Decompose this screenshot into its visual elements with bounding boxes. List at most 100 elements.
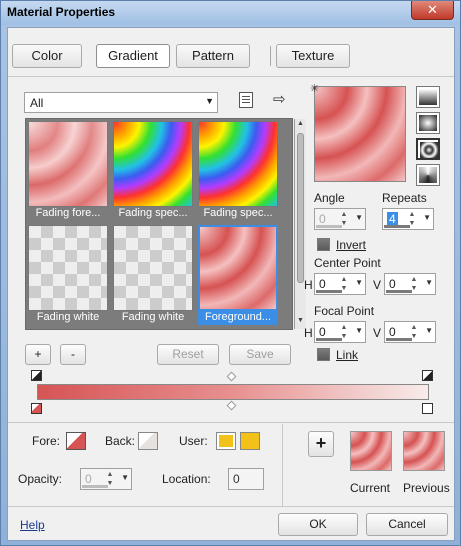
repeats-value: 4 bbox=[387, 212, 398, 226]
preset-caption: Fading fore... bbox=[35, 207, 101, 219]
invert-label: Invert bbox=[336, 238, 367, 252]
add-to-swatches-button[interactable]: + bbox=[308, 431, 334, 457]
linear-style-icon[interactable] bbox=[416, 86, 440, 108]
help-link[interactable]: Help bbox=[20, 518, 45, 532]
preset-thumbnail bbox=[198, 121, 278, 207]
preset-caption: Fading white bbox=[36, 311, 100, 323]
material-properties-window: Material Properties ✕ Color Gradient Pat… bbox=[0, 0, 461, 546]
chevron-down-icon[interactable]: ▼ bbox=[355, 278, 363, 287]
back-swatch[interactable] bbox=[138, 432, 158, 450]
close-button[interactable]: ✕ bbox=[411, 1, 454, 20]
gradient-style-icons bbox=[416, 86, 440, 190]
preset-thumbnail bbox=[113, 121, 193, 207]
repeats-label: Repeats bbox=[382, 191, 427, 205]
preset-item[interactable]: Fading spec... bbox=[113, 121, 193, 221]
value-slider-bar bbox=[316, 338, 342, 341]
link-checkbox[interactable] bbox=[317, 348, 330, 361]
focal-h-stepper[interactable]: 0 ▲ ▼ ▼ bbox=[314, 321, 366, 343]
tab-color[interactable]: Color bbox=[12, 44, 82, 68]
repeats-stepper[interactable]: 4 ▲ ▼ ▼ bbox=[382, 208, 434, 230]
angle-stepper[interactable]: 0 ▲ ▼ ▼ bbox=[314, 208, 366, 230]
user-swatch-indicator[interactable] bbox=[216, 432, 236, 450]
chevron-down-icon[interactable]: ▼ bbox=[121, 473, 129, 482]
value-slider-bar bbox=[386, 338, 412, 341]
reset-button[interactable]: Reset bbox=[157, 344, 219, 365]
angle-value: 0 bbox=[319, 212, 326, 226]
angle-label: Angle bbox=[314, 191, 345, 205]
user-color-swatch[interactable] bbox=[240, 432, 260, 450]
gradient-preview[interactable] bbox=[314, 86, 406, 182]
center-h-stepper[interactable]: 0 ▲ ▼ ▼ bbox=[314, 273, 366, 295]
window-title: Material Properties bbox=[7, 5, 116, 19]
chevron-down-icon[interactable]: ▼ bbox=[423, 213, 431, 222]
chevron-down-icon[interactable]: ▼ bbox=[425, 278, 433, 287]
preset-item[interactable]: Fading white bbox=[113, 225, 193, 325]
value-slider-bar bbox=[316, 290, 342, 293]
fore-label: Fore: bbox=[32, 434, 61, 448]
fore-swatch[interactable] bbox=[66, 432, 86, 450]
focal-h-label: H bbox=[304, 326, 313, 340]
opacity-stepper[interactable]: 0 ▲ ▼ ▼ bbox=[80, 468, 132, 490]
preset-scrollbar[interactable]: ▲ ▼ bbox=[294, 119, 306, 329]
color-stop-end[interactable] bbox=[422, 403, 433, 414]
user-label: User: bbox=[179, 434, 208, 448]
location-label: Location: bbox=[162, 472, 211, 486]
opacity-stop-start[interactable] bbox=[31, 370, 42, 381]
back-label: Back: bbox=[105, 434, 136, 448]
color-stop-start[interactable] bbox=[31, 403, 42, 414]
link-label: Link bbox=[336, 348, 359, 362]
location-value: 0 bbox=[233, 472, 240, 486]
preset-caption: Fading spec... bbox=[118, 207, 188, 219]
center-h-value: 0 bbox=[319, 277, 326, 291]
focal-point-label: Focal Point bbox=[314, 304, 375, 318]
scrollbar-thumb[interactable] bbox=[297, 133, 304, 283]
invert-checkbox[interactable] bbox=[317, 238, 330, 251]
preset-item[interactable]: Fading spec... bbox=[198, 121, 278, 221]
tab-pattern[interactable]: Pattern bbox=[176, 44, 250, 68]
tab-gradient[interactable]: Gradient bbox=[96, 44, 170, 68]
crosshair-icon[interactable]: ✳ bbox=[310, 82, 319, 95]
gradient-editor-bar[interactable] bbox=[37, 384, 429, 400]
options-icon[interactable] bbox=[239, 92, 253, 108]
focal-v-value: 0 bbox=[389, 325, 396, 339]
focal-v-stepper[interactable]: 0 ▲ ▼ ▼ bbox=[384, 321, 436, 343]
preset-thumbnail bbox=[28, 225, 108, 311]
tab-bar: Color Gradient Pattern Texture bbox=[12, 44, 452, 74]
arrow-right-icon[interactable]: ⇨ bbox=[273, 90, 286, 108]
title-bar[interactable]: Material Properties ✕ bbox=[1, 1, 460, 25]
opacity-stop-end[interactable] bbox=[422, 370, 433, 381]
current-label: Current bbox=[350, 481, 391, 495]
preset-item[interactable]: Fading white bbox=[28, 225, 108, 325]
remove-preset-button[interactable]: - bbox=[60, 344, 86, 365]
chevron-down-icon[interactable]: ▼ bbox=[355, 213, 363, 222]
save-preset-button[interactable]: Save bbox=[229, 344, 291, 365]
preset-item[interactable]: Fading fore... bbox=[28, 121, 108, 221]
chevron-down-icon[interactable]: ▼ bbox=[355, 326, 363, 335]
preset-caption: Foreground... bbox=[198, 311, 278, 325]
value-slider-bar bbox=[384, 225, 410, 228]
location-field[interactable]: 0 bbox=[228, 468, 264, 490]
sunburst-style-icon[interactable] bbox=[416, 138, 440, 160]
chevron-down-icon: ▼ bbox=[205, 96, 214, 106]
category-select-value: All bbox=[30, 96, 44, 110]
scroll-up-icon[interactable]: ▲ bbox=[297, 120, 304, 127]
rectangular-style-icon[interactable] bbox=[416, 112, 440, 134]
tab-texture[interactable]: Texture bbox=[276, 44, 350, 68]
ok-button[interactable]: OK bbox=[278, 513, 358, 536]
preset-item-selected[interactable]: Foreground... bbox=[198, 225, 278, 325]
radial-style-icon[interactable] bbox=[416, 164, 440, 186]
preset-thumbnail bbox=[198, 225, 278, 311]
center-v-label: V bbox=[373, 278, 382, 292]
cancel-button[interactable]: Cancel bbox=[366, 513, 448, 536]
chevron-down-icon[interactable]: ▼ bbox=[425, 326, 433, 335]
category-select[interactable]: All ▼ bbox=[24, 92, 218, 113]
center-v-stepper[interactable]: 0 ▲ ▼ ▼ bbox=[384, 273, 436, 295]
add-preset-button[interactable]: + bbox=[25, 344, 51, 365]
footer-divider bbox=[8, 506, 454, 507]
color-midpoint[interactable] bbox=[226, 400, 237, 411]
scroll-down-icon[interactable]: ▼ bbox=[297, 317, 304, 324]
preset-thumbnail bbox=[28, 121, 108, 207]
previous-preview[interactable] bbox=[403, 431, 445, 471]
value-slider-bar bbox=[316, 225, 342, 228]
opacity-midpoint[interactable] bbox=[226, 371, 237, 382]
